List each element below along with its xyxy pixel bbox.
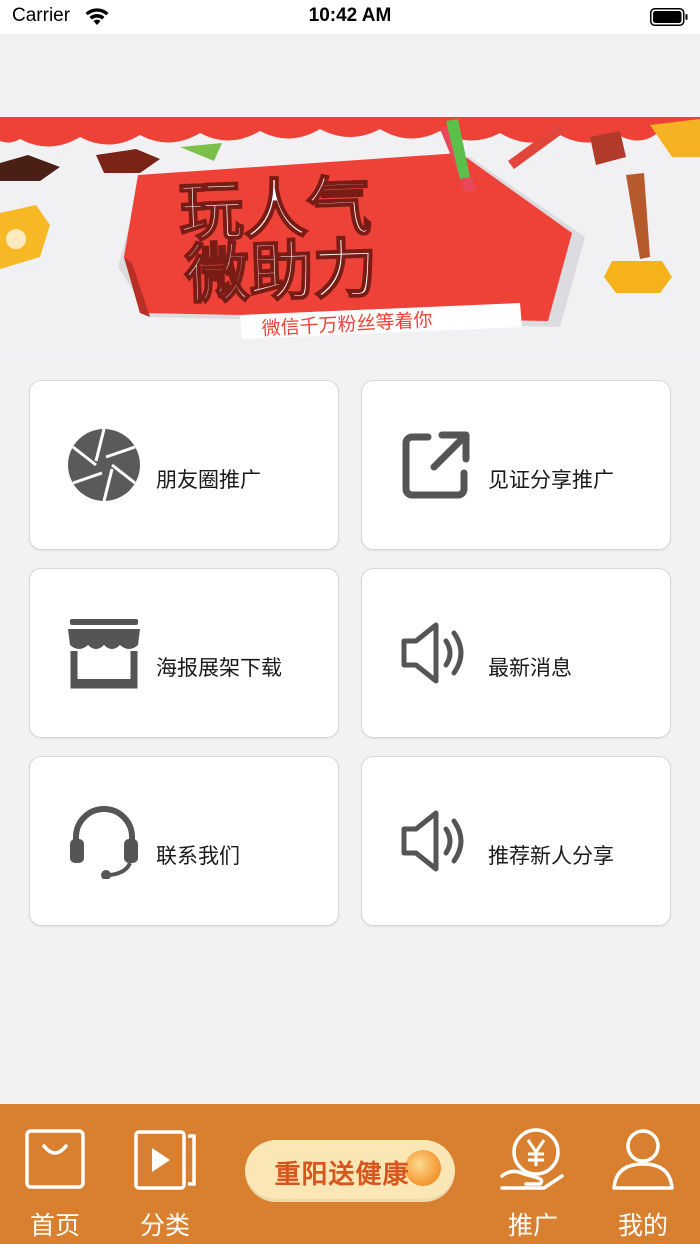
speaker-icon (401, 622, 464, 684)
menu-label: 联系我们 (156, 844, 240, 868)
banner-illustration: 微信千万粉丝等着你 玩人气 微助力 (0, 117, 700, 340)
speaker-icon (401, 810, 464, 872)
tab-mine-label: 我的 (617, 1211, 668, 1240)
tab-home-label: 首页 (29, 1211, 80, 1240)
tab-home[interactable]: 首页 (10, 1122, 100, 1240)
user-profile-icon (612, 1129, 674, 1190)
menu-label: 海报展架下载 (156, 656, 282, 680)
menu-card-poster-download[interactable]: 海报展架下载 (29, 568, 339, 738)
tab-promote-label: 推广 (507, 1211, 558, 1240)
storefront-icon (68, 619, 140, 689)
share-external-icon (402, 431, 470, 499)
tab-category[interactable]: 分类 (120, 1122, 210, 1240)
menu-label: 见证分享推广 (488, 468, 614, 492)
shopping-bag-icon (25, 1129, 85, 1189)
clock: 10:42 AM (308, 5, 392, 26)
battery-icon (650, 8, 688, 26)
menu-card-testimonial-share[interactable]: 见证分享推广 (361, 380, 671, 550)
menu-label: 最新消息 (488, 656, 572, 680)
menu-card-latest-news[interactable]: 最新消息 (361, 568, 671, 738)
tab-promote[interactable]: 推广 (488, 1122, 578, 1240)
camera-aperture-icon (68, 428, 140, 502)
menu-card-contact-us[interactable]: 联系我们 (29, 756, 339, 926)
menu-label: 推荐新人分享 (488, 844, 614, 868)
video-play-icon (134, 1130, 196, 1190)
yuan-coin-hand-icon (500, 1128, 564, 1190)
promo-pill-button[interactable]: 重阳送健康 (245, 1140, 455, 1202)
tab-mine[interactable]: 我的 (598, 1122, 688, 1240)
status-bar: Carrier 10:42 AM (0, 0, 700, 34)
tab-category-label: 分类 (139, 1211, 190, 1240)
promo-banner[interactable]: 微信千万粉丝等着你 玩人气 微助力 (0, 117, 700, 363)
menu-label: 朋友圈推广 (156, 468, 261, 492)
promo-label: 重阳送健康 (274, 1160, 410, 1190)
banner-title-line2: 微助力 (183, 232, 378, 313)
bottom-tab-bar: 首页 分类 重阳送健康 推广 我的 (0, 1104, 700, 1244)
menu-card-refer-newcomer[interactable]: 推荐新人分享 (361, 756, 671, 926)
menu-card-moments-promo[interactable]: 朋友圈推广 (29, 380, 339, 550)
headset-icon (70, 806, 138, 879)
